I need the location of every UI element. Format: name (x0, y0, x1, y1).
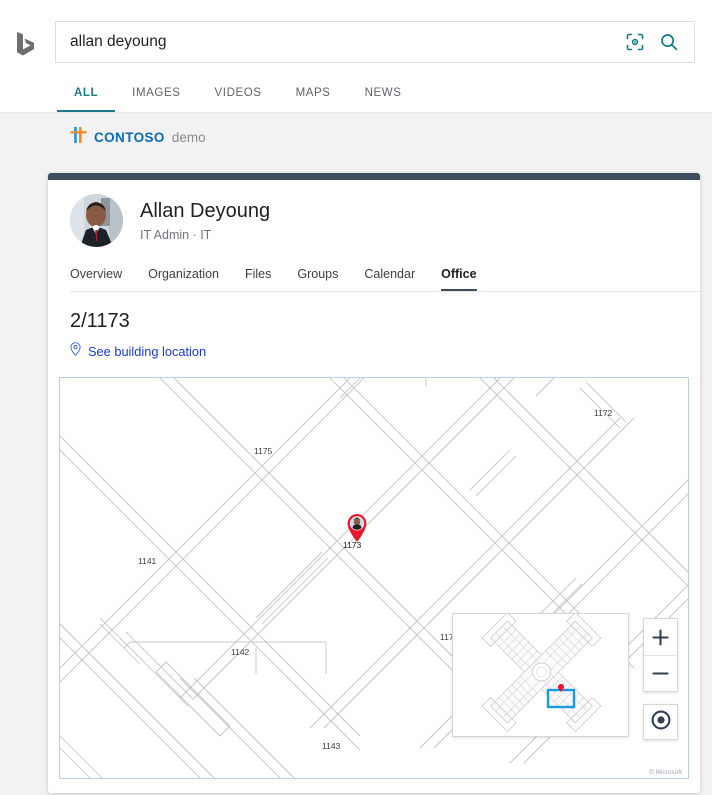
brand-suffix: demo (171, 130, 206, 145)
nav-tab-all[interactable]: ALL (57, 77, 116, 112)
tab-overview[interactable]: Overview (70, 263, 122, 291)
tab-files[interactable]: Files (245, 263, 271, 291)
contoso-logo-icon (70, 126, 87, 149)
zoom-out-button[interactable] (644, 655, 677, 691)
see-building-location-label: See building location (88, 344, 207, 359)
card-top-accent-bar (48, 173, 700, 180)
person-title: IT Admin · IT (140, 227, 212, 242)
person-map-pin[interactable] (346, 513, 368, 543)
nav-tab-news[interactable]: NEWS (348, 77, 419, 112)
map-attribution: © Microsoft (649, 770, 682, 776)
nav-tab-maps[interactable]: MAPS (279, 77, 348, 112)
person-name: Allan Deyoung (140, 199, 271, 222)
zoom-in-button[interactable] (644, 619, 677, 655)
brand-strip: CONTOSO demo (0, 113, 712, 168)
room-label-1142: 1142 (231, 647, 250, 657)
nav-tab-images[interactable]: IMAGES (115, 77, 197, 112)
map-pin-icon (70, 342, 81, 361)
office-section: 2/1173 See building location (48, 292, 700, 361)
profile-tabs: Overview Organization Files Groups Calen… (70, 263, 700, 292)
contoso-brand: CONTOSO demo (70, 126, 206, 149)
locate-me-button[interactable] (643, 704, 678, 740)
search-header: ALL IMAGES VIDEOS MAPS NEWS (0, 0, 712, 113)
person-header: Allan Deyoung IT Admin · IT (48, 180, 700, 247)
nav-tabs: ALL IMAGES VIDEOS MAPS NEWS (57, 77, 418, 112)
minimap-floorplan[interactable] (452, 613, 629, 737)
person-map-pin-label: 1173 (343, 540, 362, 550)
locate-me-icon (650, 709, 672, 736)
search-icon[interactable] (658, 31, 680, 53)
map-zoom-controls (643, 618, 678, 692)
nav-tab-videos[interactable]: VIDEOS (198, 77, 279, 112)
room-label-1172: 1172 (594, 408, 613, 418)
visual-search-icon[interactable] (624, 31, 646, 53)
brand-name: CONTOSO (94, 130, 165, 145)
room-label-1175: 1175 (254, 446, 273, 456)
user-avatar-photo[interactable] (70, 194, 123, 247)
tab-groups[interactable]: Groups (297, 263, 338, 291)
tab-organization[interactable]: Organization (148, 263, 219, 291)
tab-office[interactable]: Office (441, 263, 477, 291)
search-box[interactable] (55, 21, 695, 63)
office-number: 2/1173 (70, 310, 130, 332)
floor-map[interactable]: 1172 1175 1141 1142 1143 117 1173 © Micr… (59, 377, 689, 779)
search-input[interactable] (56, 33, 624, 51)
room-label-1141: 1141 (138, 556, 157, 566)
see-building-location-link[interactable]: See building location (70, 342, 700, 361)
person-card: Allan Deyoung IT Admin · IT Overview Org… (48, 173, 700, 793)
tab-calendar[interactable]: Calendar (364, 263, 415, 291)
bing-logo-icon[interactable] (8, 28, 40, 60)
room-label-1143: 1143 (322, 741, 341, 751)
